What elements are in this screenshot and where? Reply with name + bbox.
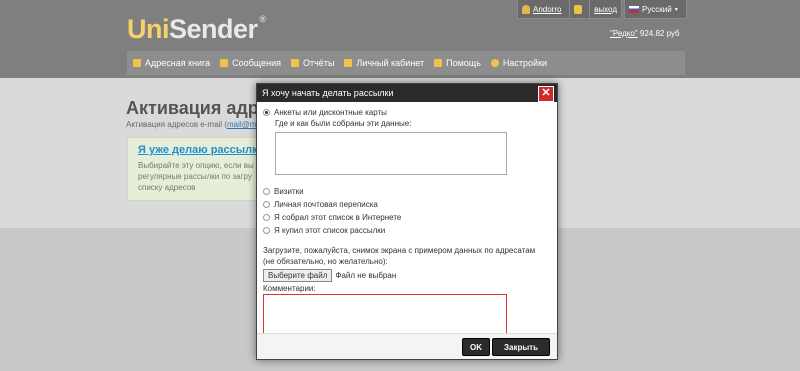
nav-label: Адресная книга: [145, 58, 211, 68]
dialog-footer: OK Закрыть: [257, 333, 557, 359]
logo-uni: Uni: [127, 14, 170, 44]
where-collected-textarea[interactable]: [275, 132, 507, 175]
language-label: Русский: [642, 4, 672, 14]
file-status: Файл не выбран: [335, 271, 397, 280]
radio-icon[interactable]: [263, 227, 270, 234]
messages-icon: [220, 59, 229, 67]
address-book-icon: [133, 59, 141, 67]
nav-reports[interactable]: Отчёты: [291, 58, 334, 68]
unisender-logo[interactable]: UniSender ®: [127, 14, 266, 45]
lock-cell[interactable]: [570, 0, 589, 18]
logout-cell[interactable]: выход: [590, 0, 621, 18]
username-link[interactable]: Andorro: [533, 5, 561, 14]
comments-textarea[interactable]: [263, 294, 507, 337]
balance-amount: 924.82 руб: [639, 29, 680, 38]
choose-file-button[interactable]: Выберите файл: [263, 269, 333, 282]
dialog-titlebar: Я хочу начать делать рассылки ✕: [257, 84, 557, 102]
radio-icon[interactable]: [263, 201, 270, 208]
help-icon: [434, 59, 443, 67]
language-cell: Русский ▾: [625, 0, 682, 18]
nav-account[interactable]: Личный кабинет: [344, 58, 424, 68]
user-icon: [522, 4, 530, 14]
radio-personal-mail[interactable]: Личная почтовая переписка: [263, 198, 551, 211]
nav-label: Отчёты: [303, 58, 335, 68]
balance: "Редко" 924.82 руб: [610, 29, 680, 38]
lock-icon[interactable]: [574, 4, 583, 14]
where-collected-label: Где и как были собраны эти данные:: [275, 119, 412, 128]
settings-icon: [490, 59, 499, 67]
nav-settings[interactable]: Настройки: [490, 58, 548, 68]
account-link[interactable]: "Редко": [610, 29, 638, 38]
logout-link[interactable]: выход: [594, 5, 617, 14]
header: UniSender ® Andorro выход Русский ▾ "Редк…: [0, 0, 800, 78]
radio-label: Анкеты или дисконтные карты: [274, 108, 387, 117]
logo-reg: ®: [259, 14, 267, 24]
logo-sender: Sender: [169, 14, 258, 44]
radio-forms-cards[interactable]: Анкеты или дисконтные карты: [263, 106, 551, 119]
radio-icon[interactable]: [263, 188, 270, 195]
dialog-body: Анкеты или дисконтные карты Где и как бы…: [257, 102, 557, 337]
ok-button[interactable]: OK: [462, 338, 490, 356]
close-icon[interactable]: ✕: [538, 86, 554, 102]
start-mailing-dialog: Я хочу начать делать рассылки ✕ Анкеты и…: [256, 83, 558, 360]
radio-icon[interactable]: [263, 214, 270, 221]
user-cell[interactable]: Andorro: [518, 0, 569, 18]
nav-label: Личный кабинет: [356, 58, 425, 68]
already-sending-link[interactable]: Я уже делаю рассылки: [138, 144, 264, 156]
user-bar: Andorro выход: [517, 0, 622, 19]
upload-label: Загрузите, пожалуйста, снимок экрана с п…: [263, 246, 536, 266]
radio-label: Визитки: [274, 187, 304, 196]
radio-label: Личная почтовая переписка: [274, 200, 378, 209]
main-nav: Адресная книга Сообщения Отчёты Личный к…: [127, 51, 685, 75]
radio-bought-list[interactable]: Я купил этот список рассылки: [263, 224, 551, 237]
nav-label: Настройки: [502, 58, 548, 68]
account-icon: [344, 59, 353, 67]
language-selector[interactable]: Русский ▾: [624, 0, 687, 19]
reports-icon: [291, 59, 299, 67]
radio-collected-internet[interactable]: Я собрал этот список в Интернете: [263, 211, 551, 224]
nav-messages[interactable]: Сообщения: [220, 58, 281, 68]
radio-selected-icon[interactable]: [263, 109, 270, 116]
radio-label: Я купил этот список рассылки: [274, 226, 386, 235]
comments-label: Комментарии:: [263, 284, 316, 293]
option-description: Выбирайте эту опцию, если вы регулярные …: [138, 161, 254, 192]
chevron-down-icon: ▾: [674, 6, 678, 13]
russian-flag-icon: [629, 5, 639, 13]
subtitle-prefix: Активация адресов e-mail (: [126, 120, 227, 129]
nav-label: Помощь: [446, 58, 481, 68]
radio-label: Я собрал этот список в Интернете: [274, 213, 402, 222]
radio-business-cards[interactable]: Визитки: [263, 185, 551, 198]
file-row: Выберите файл Файл не выбран: [263, 269, 551, 282]
nav-address-book[interactable]: Адресная книга: [133, 58, 210, 68]
page-subtitle: Активация адресов e-mail (mail@ma: [126, 120, 261, 129]
nav-help[interactable]: Помощь: [434, 58, 481, 68]
dialog-title: Я хочу начать делать рассылки: [262, 88, 394, 98]
option-already-sending: Я уже делаю рассылки Выбирайте эту опцию…: [127, 137, 267, 201]
nav-label: Сообщения: [232, 58, 281, 68]
close-button[interactable]: Закрыть: [492, 338, 550, 356]
